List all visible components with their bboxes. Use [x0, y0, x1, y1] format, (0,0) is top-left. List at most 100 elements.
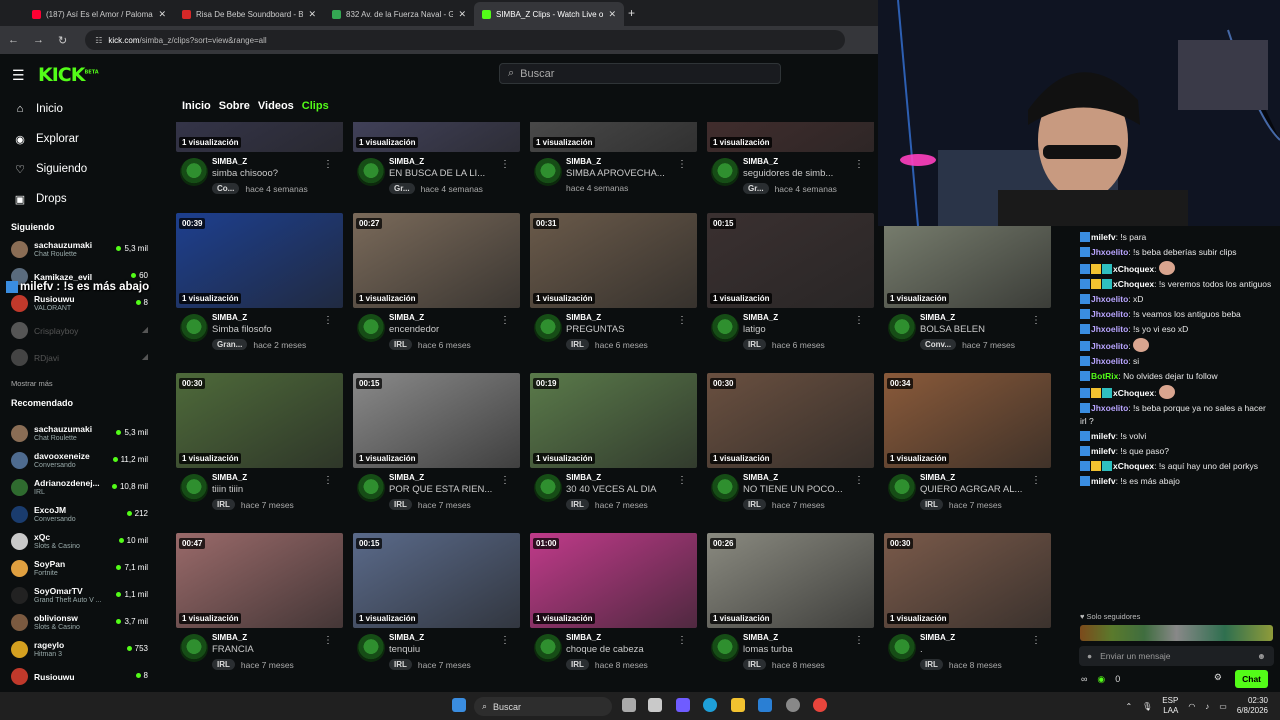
clip-title[interactable]: NO TIENE UN POCO... — [743, 483, 863, 496]
chat-username[interactable]: Jhxoelito — [1091, 247, 1128, 257]
channel-avatar[interactable] — [534, 158, 562, 186]
clip-card[interactable]: 00:30 1 visualización SIMBA_Z tiiin tiiin IR… — [176, 373, 343, 523]
clip-card[interactable]: 00:39 1 visualización SIMBA_Z Simba filosof… — [176, 213, 343, 363]
clip-thumbnail[interactable]: 00:39 1 visualización — [176, 213, 343, 308]
category-tag[interactable]: IRL — [920, 659, 943, 670]
chat-username[interactable]: BotRix — [1091, 371, 1118, 381]
more-options-icon[interactable]: ⋮ — [1031, 635, 1041, 646]
chat-username[interactable]: milefv — [1091, 446, 1116, 456]
site-info-icon[interactable]: ☷ — [95, 36, 102, 45]
chat-username[interactable]: milefv — [1091, 476, 1116, 486]
clip-title[interactable]: SIMBA APROVECHA... — [566, 167, 686, 180]
channel-avatar[interactable] — [180, 314, 208, 342]
clip-thumbnail[interactable]: 01:00 1 visualización — [530, 533, 697, 628]
clip-card[interactable]: 1 visualización SIMBA_Z EN BUSCA DE LA LI.… — [353, 122, 520, 207]
browser-tab[interactable]: SIMBA_Z Clips - Watch Live on ✕ — [474, 2, 624, 26]
more-options-icon[interactable]: ⋮ — [677, 475, 687, 486]
category-tag[interactable]: IRL — [212, 499, 235, 510]
store-icon[interactable] — [758, 698, 772, 712]
clip-thumbnail[interactable]: 00:27 1 visualización — [353, 213, 520, 308]
sidebar-nav-explorar[interactable]: ◉ Explorar — [0, 124, 160, 154]
category-tag[interactable]: IRL — [743, 659, 766, 670]
clip-card[interactable]: 01:00 1 visualización SIMBA_Z choque de cab… — [530, 533, 697, 683]
close-icon[interactable]: ✕ — [308, 9, 316, 20]
more-options-icon[interactable]: ⋮ — [677, 159, 687, 170]
more-options-icon[interactable]: ⋮ — [1031, 315, 1041, 326]
clip-title[interactable]: simba chisooo? — [212, 167, 332, 180]
file-explorer-icon[interactable] — [731, 698, 745, 712]
more-options-icon[interactable]: ⋮ — [1031, 475, 1041, 486]
clip-card[interactable]: 00:15 1 visualización SIMBA_Z POR QUE ESTA … — [353, 373, 520, 523]
clip-title[interactable]: . — [920, 643, 1040, 656]
clip-card[interactable]: 1 visualización SIMBA_Z seguidores de simb… — [707, 122, 874, 207]
clip-thumbnail[interactable]: 1 visualización — [530, 122, 697, 152]
forward-icon[interactable]: → — [33, 34, 44, 46]
clip-card[interactable]: 00:47 1 visualización SIMBA_Z FRANCIA IRL hac… — [176, 533, 343, 683]
edge-icon[interactable] — [703, 698, 717, 712]
task-view-icon[interactable] — [622, 698, 636, 712]
more-options-icon[interactable]: ⋮ — [854, 475, 864, 486]
clip-card[interactable]: 00:30 1 visualización SIMBA_Z. IRL hace 8 me… — [884, 533, 1051, 683]
app-icon[interactable] — [786, 698, 800, 712]
channel-avatar[interactable] — [711, 314, 739, 342]
category-tag[interactable]: IRL — [389, 499, 412, 510]
category-tag[interactable]: IRL — [566, 339, 589, 350]
category-tag[interactable]: Gran... — [212, 339, 248, 350]
more-options-icon[interactable]: ⋮ — [500, 475, 510, 486]
channel-avatar[interactable] — [357, 634, 385, 662]
clip-thumbnail[interactable]: 00:31 1 visualización — [530, 213, 697, 308]
volume-icon[interactable]: ♪ — [1205, 702, 1209, 711]
tab-sobre[interactable]: Sobre — [219, 100, 250, 112]
channel-item[interactable]: xQc Slots & Casino 10 mil — [0, 528, 160, 555]
channel-avatar[interactable] — [180, 158, 208, 186]
channel-avatar[interactable] — [888, 474, 916, 502]
more-options-icon[interactable]: ⋮ — [500, 635, 510, 646]
category-tag[interactable]: IRL — [566, 499, 589, 510]
chat-username[interactable]: Jhxoelito — [1091, 403, 1128, 413]
channel-item[interactable]: Crisplayboy ◢ — [0, 317, 160, 344]
more-options-icon[interactable]: ⋮ — [677, 635, 687, 646]
channel-avatar[interactable] — [180, 634, 208, 662]
clip-title[interactable]: FRANCIA — [212, 643, 332, 656]
channel-avatar[interactable] — [888, 634, 916, 662]
clip-card[interactable]: 00:19 1 visualización SIMBA_Z 30 40 VECES A… — [530, 373, 697, 523]
more-options-icon[interactable]: ⋮ — [323, 635, 333, 646]
channel-avatar[interactable] — [534, 474, 562, 502]
clip-thumbnail[interactable]: 00:47 1 visualización — [176, 533, 343, 628]
more-options-icon[interactable]: ⋮ — [854, 635, 864, 646]
more-options-icon[interactable]: ⋮ — [500, 159, 510, 170]
channel-item[interactable]: sachauzumaki Chat Roulette 5,3 mil — [0, 420, 160, 447]
clip-title[interactable]: latigo — [743, 323, 863, 336]
channel-avatar[interactable] — [357, 314, 385, 342]
clip-title[interactable]: PREGUNTAS — [566, 323, 686, 336]
chat-username[interactable]: Jhxoelito — [1091, 294, 1128, 304]
channel-item[interactable]: Rusiouwu 8 — [0, 663, 160, 690]
copilot-icon[interactable] — [676, 698, 690, 712]
category-tag[interactable]: IRL — [389, 659, 412, 670]
clip-title[interactable]: seguidores de simb... — [743, 167, 863, 180]
channel-item[interactable]: SoyPan Fortnite 7,1 mil — [0, 555, 160, 582]
show-more-link[interactable]: Mostrar más — [0, 371, 160, 398]
chrome-icon[interactable] — [813, 698, 827, 712]
channel-item[interactable]: Adrianozdenej... IRL 10,8 mil — [0, 474, 160, 501]
clip-title[interactable]: EN BUSCA DE LA LI... — [389, 167, 509, 180]
chat-username[interactable]: milefv — [1091, 232, 1116, 242]
clip-title[interactable]: 30 40 VECES AL DIA — [566, 483, 686, 496]
channel-avatar[interactable] — [357, 474, 385, 502]
channel-item[interactable]: SoyOmarTV Grand Theft Auto V ... 1,1 mil — [0, 582, 160, 609]
clip-title[interactable]: lomas turba — [743, 643, 863, 656]
clip-title[interactable]: choque de cabeza — [566, 643, 686, 656]
chat-username[interactable]: xChoquex — [1113, 388, 1154, 398]
channel-item[interactable]: davooxeneize Conversando 11,2 mil — [0, 447, 160, 474]
clip-card[interactable]: 00:26 1 visualización SIMBA_Z lomas turba IR… — [707, 533, 874, 683]
category-tag[interactable]: IRL — [743, 339, 766, 350]
kick-logo[interactable]: KICKBETA — [38, 64, 99, 86]
clip-title[interactable]: tiiin tiiin — [212, 483, 332, 496]
more-options-icon[interactable]: ⋮ — [323, 475, 333, 486]
chat-username[interactable]: xChoquex — [1113, 264, 1154, 274]
chevron-up-icon[interactable]: ⌃ — [1125, 702, 1132, 711]
clip-thumbnail[interactable]: 00:15 1 visualización — [707, 213, 874, 308]
tab-videos[interactable]: Videos — [258, 100, 294, 112]
clip-thumbnail[interactable]: 00:26 1 visualización — [707, 533, 874, 628]
category-tag[interactable]: IRL — [566, 659, 589, 670]
